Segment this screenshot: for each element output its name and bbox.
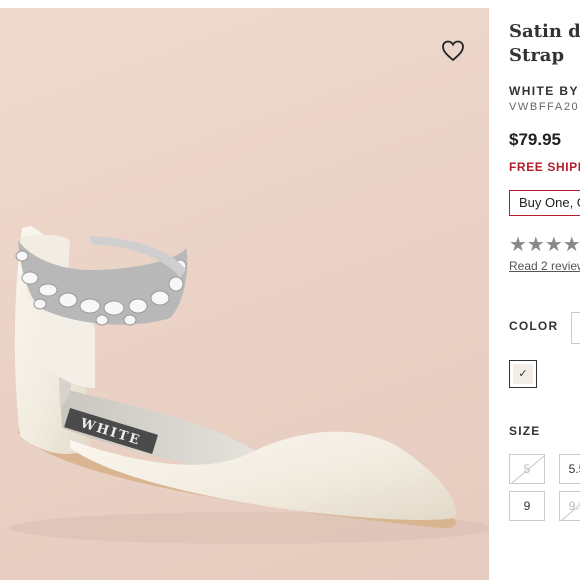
swatch-fill: ✓ xyxy=(513,364,533,384)
product-sku: VWBFFA2018 xyxy=(509,101,580,113)
color-dropdown[interactable] xyxy=(571,312,580,344)
size-label: SIZE xyxy=(509,424,541,438)
size-option-5-5[interactable]: 5.5 xyxy=(559,454,580,484)
product-details-panel: Satin d'Orsay Flat with Crystal Ankle St… xyxy=(509,0,580,580)
shoe-illustration: WHITE xyxy=(10,226,489,544)
rating-stars-icon: ★★★★ xyxy=(509,234,580,256)
product-title: Satin d'Orsay Flat with Crystal Ankle St… xyxy=(509,20,580,68)
shipping-message: FREE SHIPPING xyxy=(509,160,580,174)
product-image: WHITE xyxy=(0,8,489,580)
promo-button[interactable]: Buy One, Get One xyxy=(509,190,580,216)
color-label: COLOR xyxy=(509,319,559,333)
product-title-line-2: Strap xyxy=(509,45,565,66)
size-option-9[interactable]: 9 xyxy=(509,491,545,521)
read-reviews-link[interactable]: Read 2 reviews xyxy=(509,259,580,273)
size-option-5[interactable]: 5 xyxy=(509,454,545,484)
color-swatch-selected[interactable]: ✓ xyxy=(509,360,537,388)
size-option-9-5[interactable]: 9.5 xyxy=(559,491,580,521)
check-icon: ✓ xyxy=(518,368,528,380)
brand-name: WHITE BY VERA WANG xyxy=(509,84,580,98)
favorite-heart-icon[interactable] xyxy=(441,40,465,62)
product-price: $79.95 xyxy=(509,130,561,149)
product-title-line-1: Satin d'Orsay Flat with Crystal Ankle xyxy=(509,21,580,42)
